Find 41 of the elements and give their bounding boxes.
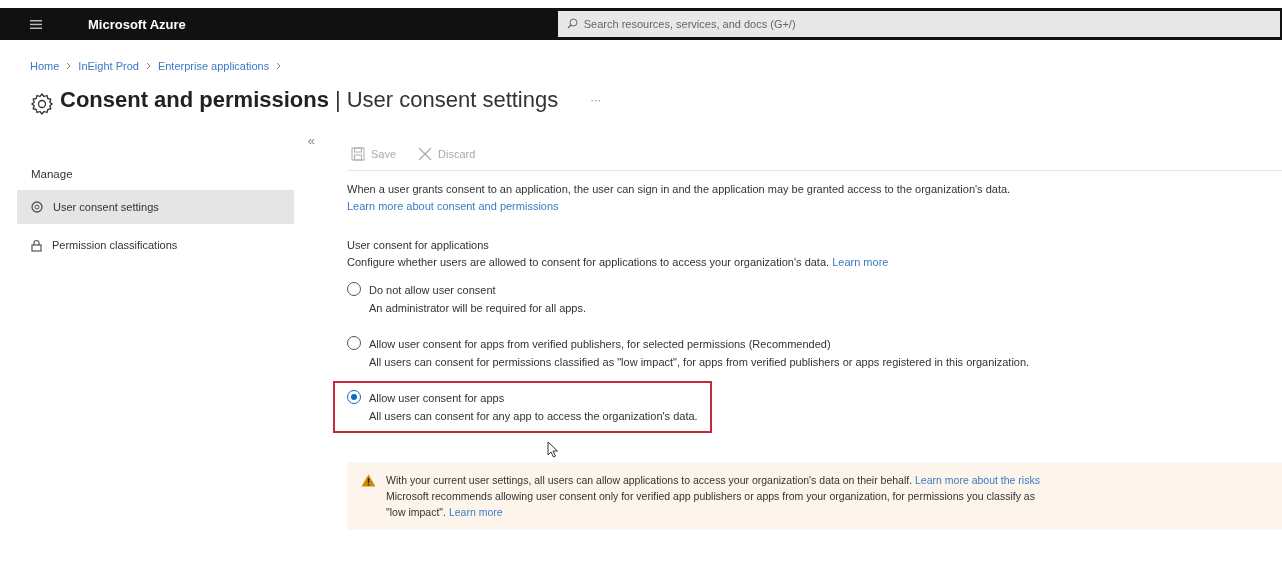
option-description: An administrator will be required for all apps. xyxy=(369,301,587,316)
warning-text: Microsoft recommends allowing user consent only for verified app publishers or apps from your organization, for permissions you classify as xyxy=(386,489,1036,504)
chevron-icon xyxy=(66,62,72,70)
learn-more-link[interactable]: Learn more xyxy=(832,256,889,268)
learn-more-link[interactable]: Learn more xyxy=(448,506,503,518)
option-label: Allow user consent for apps from verified publishers, for selected permissions (Recommended) xyxy=(369,337,832,352)
page-subtitle: User consent settings xyxy=(346,87,559,113)
collapse-button[interactable]: « xyxy=(301,132,321,149)
brand-name[interactable]: Microsoft Azure xyxy=(88,16,186,32)
save-icon xyxy=(351,147,365,161)
more-button[interactable]: ··· xyxy=(584,93,608,107)
option-description: All users can consent for permissions classified as "low impact", for apps from verified publishers or apps registered in this organization. xyxy=(369,355,1030,370)
section-heading: Manage xyxy=(31,168,74,180)
lock-icon xyxy=(31,238,42,252)
page-title: Consent and permissions xyxy=(60,87,329,113)
pointer-icon xyxy=(547,441,559,458)
gear-icon xyxy=(30,92,54,116)
learn-more-link[interactable]: Learn more about consent and permissions xyxy=(347,198,1282,215)
section-description: Configure whether users are allowed to consent for applications to access your organization's data. Learn more xyxy=(347,255,890,270)
gear-icon xyxy=(31,201,43,213)
chevron-icon xyxy=(276,62,282,70)
breadcrumb-link[interactable]: Home xyxy=(30,60,60,72)
close-icon xyxy=(418,147,433,161)
chevron-icon xyxy=(145,62,151,70)
search-icon xyxy=(566,18,578,29)
title-separator: | xyxy=(334,87,341,113)
option-label: Do not allow user consent xyxy=(369,283,497,298)
option-description: All users can consent for any app to access the organization's data. xyxy=(369,409,698,424)
warning-text: With your current user settings, all users can allow applications to access your organization's data on their behalf. Learn more about the risks xyxy=(386,473,1040,488)
intro-text: When a user grants consent to an application, the user can sign in and the application may be granted access to the organization's data. xyxy=(347,182,1012,197)
learn-more-link[interactable]: Learn more about the risks xyxy=(915,474,1040,486)
search-field[interactable]: Search resources, services, and docs (G+/) xyxy=(557,11,1280,37)
breadcrumb-link[interactable]: Enterprise applications xyxy=(157,60,270,72)
warning-text: "low impact". Learn more xyxy=(386,505,504,520)
breadcrumb-link[interactable]: InEight Prod xyxy=(78,60,139,72)
sidebar-item[interactable]: Permission classifications xyxy=(17,228,294,262)
option-label: Allow user consent for apps xyxy=(369,391,506,406)
menu-icon[interactable] xyxy=(30,19,42,29)
section-heading: User consent for applications xyxy=(347,238,490,253)
warning-icon xyxy=(361,474,376,487)
sidebar-item[interactable]: User consent settings xyxy=(17,190,294,224)
